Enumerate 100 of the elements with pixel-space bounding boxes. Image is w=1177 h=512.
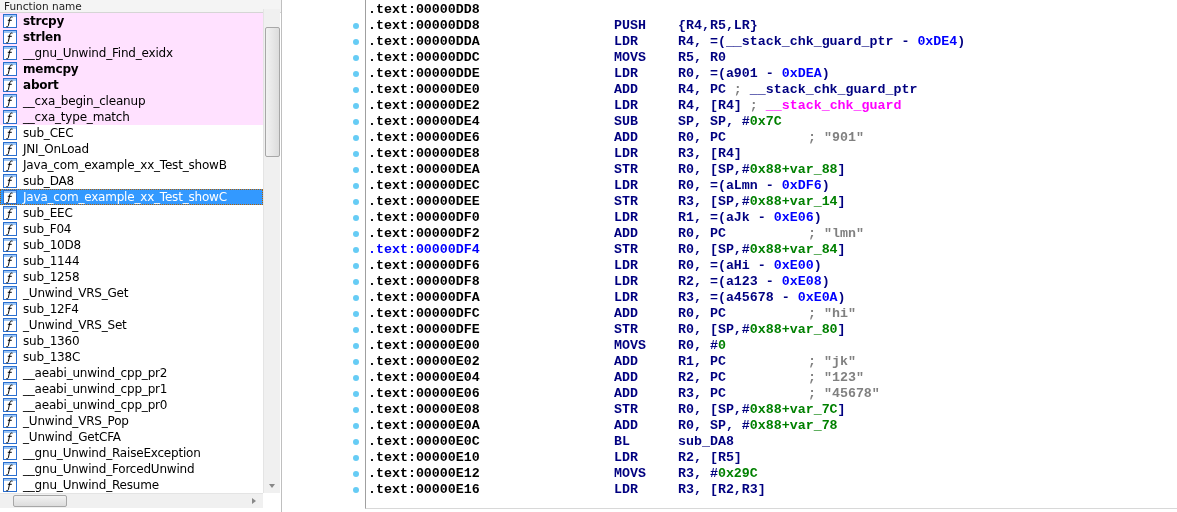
code-address: .text:00000E08 [368, 402, 481, 418]
instruction-operand: R1, PC [678, 354, 727, 370]
function-list-item[interactable]: __gnu_Unwind_Find_exidx [0, 45, 263, 61]
instruction-mnemonic: LDR [614, 146, 639, 162]
code-address: .text:00000DFA [368, 290, 481, 306]
code-address: .text:00000DEE [368, 194, 481, 210]
function-list-item[interactable]: __cxa_type_match [0, 109, 263, 125]
function-list-item[interactable]: sub_1258 [0, 269, 263, 285]
code-address: .text:00000DE8 [368, 146, 481, 162]
scroll-thumb[interactable] [265, 27, 280, 157]
scroll-thumb[interactable] [13, 495, 67, 507]
scroll-down-icon[interactable] [268, 482, 276, 490]
function-list-item[interactable]: strcpy [0, 13, 263, 29]
function-list-item[interactable]: sub_EEC [0, 205, 263, 221]
function-icon [3, 14, 17, 28]
instruction-operand: R0, =(aHi - 0xE00) [678, 258, 822, 274]
function-list-item[interactable]: sub_CEC [0, 125, 263, 141]
code-address: .text:00000DF8 [368, 274, 481, 290]
instruction-operand: R0, [SP,#0x88+var_88] [678, 162, 846, 178]
code-comment: ; "jk" [808, 354, 856, 370]
instruction-mnemonic: LDR [614, 66, 639, 82]
code-address: .text:00000DDA [368, 34, 481, 50]
function-icon [3, 46, 17, 60]
line-marker-icon [353, 327, 359, 333]
instruction-mnemonic: LDR [614, 290, 639, 306]
instruction-operand: R2, [R5] [678, 450, 743, 466]
function-list-item[interactable]: __cxa_begin_cleanup [0, 93, 263, 109]
function-list-item[interactable]: __gnu_Unwind_Resume [0, 477, 263, 493]
code-address: .text:00000E10 [368, 450, 481, 466]
function-list-item[interactable]: memcpy [0, 61, 263, 77]
instruction-mnemonic: STR [614, 162, 639, 178]
function-list-item[interactable]: sub_12F4 [0, 301, 263, 317]
instruction-mnemonic: MOVS [614, 338, 647, 354]
function-list-item[interactable]: sub_138C [0, 349, 263, 365]
code-address: .text:00000E0A [368, 418, 481, 434]
code-address: .text:00000DEA [368, 162, 481, 178]
instruction-operand: R3, [R4] [678, 146, 743, 162]
function-list-item[interactable]: sub_F04 [0, 221, 263, 237]
function-list-item[interactable]: __gnu_Unwind_ForcedUnwind [0, 461, 263, 477]
instruction-mnemonic: MOVS [614, 50, 647, 66]
instruction-operand: R3, #0x29C [678, 466, 759, 482]
line-marker-icon [353, 23, 359, 29]
function-list-item[interactable]: sub_1360 [0, 333, 263, 349]
code-address: .text:00000DEC [368, 178, 481, 194]
line-marker-icon [353, 471, 359, 477]
function-icon [3, 446, 17, 460]
function-icon [3, 286, 17, 300]
function-list-item[interactable]: __aeabi_unwind_cpp_pr0 [0, 397, 263, 413]
scroll-right-icon[interactable] [250, 497, 258, 505]
instruction-operand: R3, PC [678, 386, 727, 402]
line-marker-icon [353, 199, 359, 205]
code-comment: ; "45678" [808, 386, 880, 402]
line-marker-icon [353, 247, 359, 253]
function-list-item[interactable]: _Unwind_VRS_Pop [0, 413, 263, 429]
function-list-item[interactable]: _Unwind_VRS_Set [0, 317, 263, 333]
function-list-item[interactable]: sub_DA8 [0, 173, 263, 189]
horizontal-scrollbar[interactable] [0, 493, 263, 508]
instruction-operand: R0, =(aLmn - 0xDF6) [678, 178, 830, 194]
instruction-mnemonic: LDR [614, 98, 639, 114]
function-icon [3, 414, 17, 428]
function-icon [3, 270, 17, 284]
function-list-item[interactable]: Java_com_example_xx_Test_showB [0, 157, 263, 173]
function-list-item[interactable]: __aeabi_unwind_cpp_pr1 [0, 381, 263, 397]
function-icon [3, 478, 17, 492]
code-address: .text:00000DF0 [368, 210, 481, 226]
function-list-item[interactable]: _Unwind_GetCFA [0, 429, 263, 445]
function-list-item[interactable]: abort [0, 77, 263, 93]
function-icon [3, 302, 17, 316]
vertical-scrollbar[interactable] [263, 9, 280, 493]
function-list-item[interactable]: sub_10D8 [0, 237, 263, 253]
function-icon [3, 238, 17, 252]
code-address: .text:00000DF2 [368, 226, 481, 242]
function-icon [3, 366, 17, 380]
code-address: .text:00000E12 [368, 466, 481, 482]
instruction-mnemonic: ADD [614, 354, 639, 370]
instruction-mnemonic: ADD [614, 226, 639, 242]
function-icon [3, 62, 17, 76]
function-icon [3, 334, 17, 348]
instruction-operand: R0, #0 [678, 338, 727, 354]
function-list-item[interactable]: _Unwind_VRS_Get [0, 285, 263, 301]
instruction-operand: {R4,R5,LR} [678, 18, 759, 34]
function-list-item[interactable]: sub_1144 [0, 253, 263, 269]
function-list-item[interactable]: __gnu_Unwind_RaiseException [0, 445, 263, 461]
line-marker-icon [353, 55, 359, 61]
function-icon [3, 174, 17, 188]
instruction-mnemonic: ADD [614, 130, 639, 146]
code-address: .text:00000E16 [368, 482, 481, 498]
instruction-mnemonic: LDR [614, 34, 639, 50]
code-address: .text:00000DDE [368, 66, 481, 82]
instruction-operand: R0, [SP,#0x88+var_84] [678, 242, 846, 258]
function-icon [3, 430, 17, 444]
function-list-item[interactable]: JNI_OnLoad [0, 141, 263, 157]
line-marker-icon [353, 359, 359, 365]
function-list-item[interactable]: __aeabi_unwind_cpp_pr2 [0, 365, 263, 381]
function-list-item[interactable]: strlen [0, 29, 263, 45]
instruction-operand: R3, [R2,R3] [678, 482, 767, 498]
column-header[interactable]: Function name [0, 0, 281, 13]
instruction-mnemonic: PUSH [614, 18, 647, 34]
line-marker-icon [353, 487, 359, 493]
line-marker-icon [353, 103, 359, 109]
